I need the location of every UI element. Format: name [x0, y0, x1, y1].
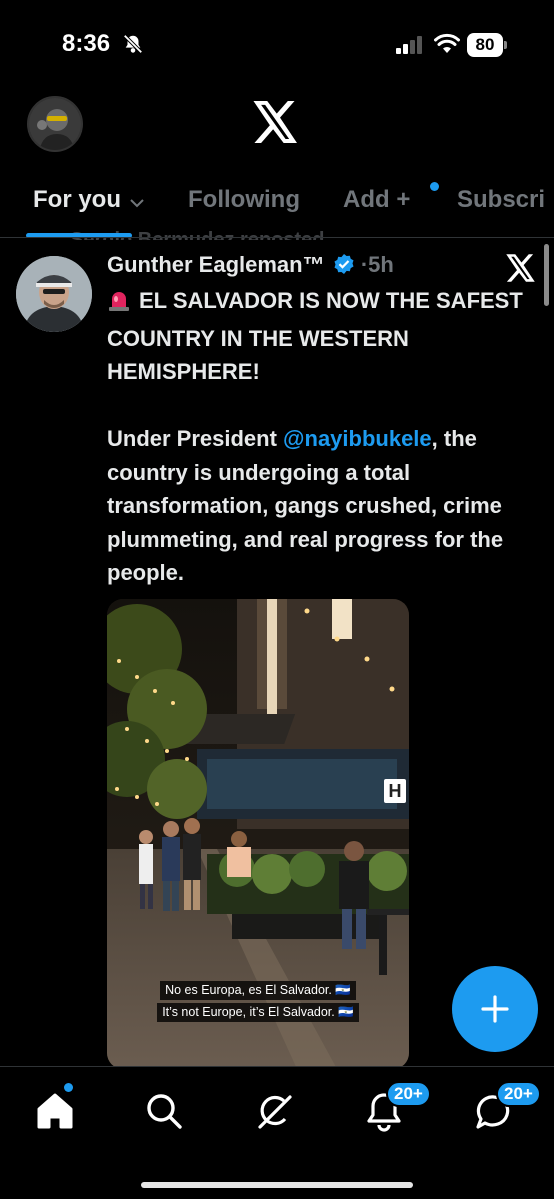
tweet-paragraph: Under President @nayibbukele, the countr… [107, 422, 527, 590]
home-indicator [141, 1182, 413, 1188]
tweet-video[interactable]: H No es Europa, es El Salvador. 🇸🇻 It’s … [107, 599, 409, 1069]
search-icon [147, 1094, 182, 1129]
add-tab-notification-dot [430, 182, 439, 191]
tab-following[interactable]: Following [188, 186, 300, 214]
status-bar: 8:36 80 [0, 0, 554, 80]
scrollbar[interactable] [544, 244, 549, 306]
home-notification-dot [64, 1083, 73, 1092]
tab-subscriptions[interactable]: Subscri [457, 186, 545, 214]
subtitle-spanish: No es Europa, es El Salvador. 🇸🇻 [160, 981, 356, 1000]
author-name[interactable]: Gunther Eagleman™ [107, 252, 325, 277]
tweet-headline-line: EL SALVADOR IS NOW THE SAFEST COUNTRY IN… [107, 284, 527, 389]
notifications-badge: 20+ [386, 1081, 431, 1107]
compose-post-button[interactable] [452, 966, 538, 1052]
hotel-sign-letter: H [389, 781, 402, 801]
tab-add[interactable]: Add + [343, 186, 410, 214]
tweet-body-prefix: Under President [107, 426, 284, 451]
tweet-time[interactable]: 5h [368, 252, 394, 277]
x-logo-icon[interactable] [253, 101, 299, 148]
grok-icon [258, 1095, 292, 1129]
bell-slash-icon [122, 33, 144, 60]
chevron-down-icon [129, 187, 145, 215]
nav-search[interactable] [142, 1089, 190, 1137]
plus-icon [481, 995, 509, 1023]
bottom-navigation [0, 1066, 554, 1199]
subtitle-english: It’s not Europe, it’s El Salvador. 🇸🇻 [157, 1003, 359, 1022]
tab-for-you-label: For you [33, 186, 121, 213]
profile-avatar[interactable] [27, 96, 83, 152]
status-time: 8:36 [62, 30, 111, 57]
tweet-header: Gunther Eagleman™ ·5h [107, 252, 394, 281]
tweet-text: EL SALVADOR IS NOW THE SAFEST COUNTRY IN… [107, 284, 527, 590]
nav-home[interactable] [33, 1089, 81, 1137]
wifi-icon [434, 33, 460, 60]
author-avatar[interactable] [16, 256, 92, 332]
mention-link[interactable]: @nayibbukele [283, 426, 432, 451]
tabs-divider [0, 237, 554, 238]
verified-badge-icon [333, 253, 355, 281]
x-brand-icon[interactable] [506, 254, 536, 287]
tab-for-you[interactable]: For you [33, 186, 145, 215]
video-subtitles: No es Europa, es El Salvador. 🇸🇻 It’s no… [107, 981, 409, 1025]
tweet-headline: EL SALVADOR IS NOW THE SAFEST COUNTRY IN… [107, 288, 523, 384]
messages-badge: 20+ [496, 1081, 541, 1107]
siren-emoji-icon [107, 288, 131, 322]
battery-tip [504, 41, 507, 49]
battery-level: 80 [467, 33, 503, 57]
nav-grok[interactable] [252, 1089, 300, 1137]
battery-icon: 80 [467, 33, 507, 57]
cell-signal-icon [396, 36, 424, 59]
home-icon [37, 1093, 73, 1129]
